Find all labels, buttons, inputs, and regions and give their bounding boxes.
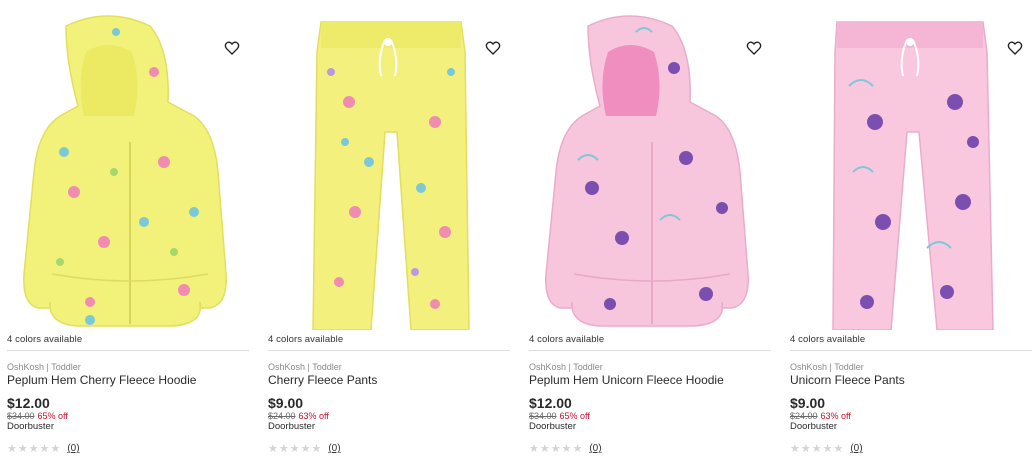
brand-label: OshKosh | Toddler: [7, 362, 81, 372]
sale-price: $12.00: [7, 395, 50, 411]
doorbuster-badge: Doorbuster: [529, 421, 576, 432]
review-count-link[interactable]: (0): [850, 443, 862, 454]
doorbuster-badge: Doorbuster: [268, 421, 315, 432]
heart-icon: [1007, 41, 1023, 55]
price-comparison: $24.00 63% off: [268, 411, 329, 421]
product-card[interactable]: 4 colors available OshKosh | Toddler Che…: [265, 0, 515, 466]
product-image[interactable]: [787, 12, 1032, 330]
product-card[interactable]: 4 colors available OshKosh | Toddler Pep…: [4, 0, 254, 466]
review-count-link[interactable]: (0): [328, 443, 340, 454]
price-comparison: $34.00 65% off: [529, 411, 590, 421]
colors-available: 4 colors available: [7, 334, 83, 345]
original-price: $24.00: [790, 411, 818, 421]
price-comparison: $34.00 65% off: [7, 411, 68, 421]
star-rating-icon: ★★★★★: [790, 443, 845, 455]
rating: ★★★★★ (0): [7, 442, 80, 455]
favorite-button[interactable]: [224, 40, 240, 56]
discount-label: 63% off: [820, 411, 851, 421]
review-count-link[interactable]: (0): [589, 443, 601, 454]
star-rating-icon: ★★★★★: [268, 443, 323, 455]
star-rating-icon: ★★★★★: [7, 443, 62, 455]
review-count-link[interactable]: (0): [67, 443, 79, 454]
rating: ★★★★★ (0): [529, 442, 602, 455]
product-card[interactable]: 4 colors available OshKosh | Toddler Pep…: [526, 0, 776, 466]
original-price: $34.00: [7, 411, 35, 421]
favorite-button[interactable]: [485, 40, 501, 56]
discount-label: 63% off: [298, 411, 329, 421]
discount-label: 65% off: [559, 411, 590, 421]
rating: ★★★★★ (0): [790, 442, 863, 455]
heart-icon: [224, 41, 240, 55]
divider: [790, 350, 1032, 351]
doorbuster-badge: Doorbuster: [790, 421, 837, 432]
colors-available: 4 colors available: [268, 334, 344, 345]
sale-price: $12.00: [529, 395, 572, 411]
product-image[interactable]: [526, 12, 772, 330]
original-price: $34.00: [529, 411, 557, 421]
pants-image: [312, 21, 470, 330]
doorbuster-badge: Doorbuster: [7, 421, 54, 432]
favorite-button[interactable]: [1007, 40, 1023, 56]
colors-available: 4 colors available: [529, 334, 605, 345]
sale-price: $9.00: [268, 395, 304, 411]
favorite-button[interactable]: [746, 40, 762, 56]
product-title[interactable]: Peplum Hem Unicorn Fleece Hoodie: [529, 373, 724, 387]
product-title[interactable]: Peplum Hem Cherry Fleece Hoodie: [7, 373, 196, 387]
discount-label: 65% off: [37, 411, 68, 421]
product-grid: 4 colors available OshKosh | Toddler Pep…: [0, 0, 1032, 466]
divider: [529, 350, 771, 351]
heart-icon: [485, 41, 501, 55]
product-image[interactable]: [4, 12, 250, 330]
product-title[interactable]: Unicorn Fleece Pants: [790, 373, 905, 387]
brand-label: OshKosh | Toddler: [529, 362, 603, 372]
sale-price: $9.00: [790, 395, 826, 411]
brand-label: OshKosh | Toddler: [790, 362, 864, 372]
rating: ★★★★★ (0): [268, 442, 341, 455]
product-image[interactable]: [265, 12, 511, 330]
divider: [268, 350, 510, 351]
hoodie-image: [23, 15, 227, 327]
colors-available: 4 colors available: [790, 334, 866, 345]
brand-label: OshKosh | Toddler: [268, 362, 342, 372]
star-rating-icon: ★★★★★: [529, 443, 584, 455]
divider: [7, 350, 249, 351]
pants-image: [832, 21, 994, 330]
original-price: $24.00: [268, 411, 296, 421]
product-card[interactable]: 4 colors available OshKosh | Toddler Uni…: [787, 0, 1032, 466]
heart-icon: [746, 41, 762, 55]
product-title[interactable]: Cherry Fleece Pants: [268, 373, 377, 387]
hoodie-image: [545, 15, 749, 327]
price-comparison: $24.00 63% off: [790, 411, 851, 421]
